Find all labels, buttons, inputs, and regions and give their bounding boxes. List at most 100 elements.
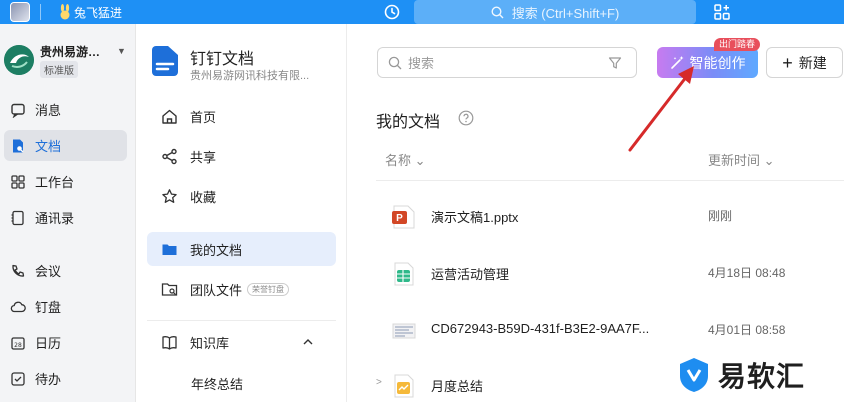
docs-nav-home[interactable]: 首页 <box>147 99 336 133</box>
watermark: 易软汇 <box>676 355 805 395</box>
search-icon <box>388 56 402 69</box>
docs-nav-label: 团队文件 <box>190 282 243 298</box>
file-row[interactable]: CD672943-B59D-431f-B3E2-9AA7F... 4月01日 0… <box>376 305 844 355</box>
chevron-down-icon: ⌄ <box>763 153 775 168</box>
org-name[interactable]: 贵州易游… <box>40 43 102 60</box>
checkbox-icon <box>11 371 25 386</box>
nav-item-meetings[interactable]: 会议 <box>4 255 127 286</box>
file-row[interactable]: P 演示文稿1.pptx 刚刚 <box>376 191 844 241</box>
knowledge-base-item[interactable]: 年终总结 <box>191 374 243 393</box>
nav-label: 钉盘 <box>35 300 62 315</box>
grid-icon <box>11 174 25 189</box>
docs-nav-label: 知识库 <box>190 335 230 351</box>
plan-badge: 标准版 <box>40 61 78 78</box>
file-name[interactable]: 运营活动管理 <box>431 264 509 283</box>
chevron-up-icon[interactable] <box>302 336 314 348</box>
file-name[interactable]: 月度总结 <box>431 376 483 395</box>
search-icon <box>491 5 504 18</box>
caret-down-icon[interactable]: ▼ <box>117 46 126 56</box>
nav-label: 待办 <box>35 372 62 387</box>
file-name[interactable]: 演示文稿1.pptx <box>431 207 518 226</box>
chevron-right-icon[interactable]: > <box>376 377 382 388</box>
promo-badge: 出门踏春 <box>714 38 761 51</box>
section-title: 我的文档 <box>376 114 441 131</box>
nav-label: 通讯录 <box>35 211 75 226</box>
divider <box>147 320 336 321</box>
nav-label: 日历 <box>35 336 62 351</box>
svg-text:P: P <box>396 213 403 224</box>
main-content: 搜索 智能创作 出门踏春 + 新建 我的文档 名称 ⌄ 更新时间 ⌄ P 演示文… <box>348 24 844 402</box>
new-button-label: 新建 <box>798 54 827 71</box>
docs-app-title: 钉钉文档 <box>190 51 255 68</box>
document-icon <box>13 139 24 152</box>
nav-label: 文档 <box>35 139 62 154</box>
sheet-file-icon <box>394 262 414 286</box>
nav-item-drive[interactable]: 钉盘 <box>4 291 127 322</box>
file-name[interactable]: CD672943-B59D-431f-B3E2-9AA7F... <box>431 321 649 336</box>
folder-icon <box>162 244 177 255</box>
dingtalk-docs-logo <box>152 46 178 76</box>
nav-item-contacts[interactable]: 通讯录 <box>4 202 127 233</box>
chevron-down-icon: ⌄ <box>414 153 426 168</box>
docs-sidebar: 钉钉文档 贵州易游网讯科技有限... 首页 共享 收藏 我的文档 团队文件 荣誉… <box>136 24 347 402</box>
file-updated-time: 刚刚 <box>708 209 733 223</box>
image-file-icon <box>392 323 416 339</box>
org-logo[interactable] <box>4 45 34 75</box>
help-icon[interactable] <box>458 110 474 126</box>
docs-nav-my-docs[interactable]: 我的文档 <box>147 232 336 266</box>
docs-nav-shared[interactable]: 共享 <box>147 139 336 173</box>
nav-item-todo[interactable]: 待办 <box>4 363 127 394</box>
docs-nav-team-files[interactable]: 团队文件 荣誉钉盘 <box>147 272 336 306</box>
ppt-file-icon: P <box>392 205 415 229</box>
doc-search-placeholder: 搜索 <box>408 56 435 71</box>
watermark-text: 易软汇 <box>718 361 806 392</box>
file-row[interactable]: 运营活动管理 4月18日 08:48 <box>376 248 844 298</box>
summary-file-icon <box>394 374 414 398</box>
watermark-logo-icon <box>680 358 708 392</box>
column-header-updated-label: 更新时间 <box>708 153 761 168</box>
docs-nav-label: 收藏 <box>190 189 217 205</box>
new-button[interactable]: + 新建 <box>766 47 843 78</box>
nav-label: 工作台 <box>35 175 75 190</box>
annotation-arrow <box>628 66 694 152</box>
divider <box>376 180 844 181</box>
divider <box>40 4 41 20</box>
file-updated-time: 4月18日 08:48 <box>708 266 786 280</box>
share-icon <box>162 148 177 164</box>
column-header-updated[interactable]: 更新时间 ⌄ <box>708 150 775 169</box>
nav-item-messages[interactable]: 消息 <box>4 94 127 125</box>
file-updated-time: 4月01日 08:58 <box>708 323 786 337</box>
home-icon <box>162 109 177 124</box>
nav-item-calendar[interactable]: 28 日历 <box>4 327 127 358</box>
user-name[interactable]: 兔飞猛进 <box>74 4 122 21</box>
message-icon <box>11 103 25 118</box>
global-search-input[interactable]: 搜索 (Ctrl+Shift+F) <box>414 0 696 24</box>
star-icon <box>162 188 177 203</box>
history-icon[interactable] <box>383 3 401 21</box>
team-files-tag: 荣誉钉盘 <box>247 282 290 296</box>
svg-text:28: 28 <box>14 342 22 349</box>
contacts-icon <box>11 210 24 225</box>
global-search-placeholder: 搜索 (Ctrl+Shift+F) <box>511 5 620 21</box>
phone-icon <box>12 264 25 277</box>
plus-icon: + <box>782 52 793 73</box>
team-folder-icon <box>161 282 178 296</box>
docs-org-subtitle: 贵州易游网讯科技有限... <box>190 70 310 82</box>
docs-nav-favorites[interactable]: 收藏 <box>147 179 336 213</box>
doc-search-input[interactable]: 搜索 <box>377 47 637 78</box>
docs-nav-knowledge-base[interactable]: 知识库 <box>147 325 336 359</box>
bunny-icon <box>60 4 70 20</box>
apps-grid-icon[interactable] <box>713 3 731 21</box>
column-header-name[interactable]: 名称 ⌄ <box>385 150 426 169</box>
nav-item-docs[interactable]: 文档 <box>4 130 127 161</box>
title-bar: 兔飞猛进 搜索 (Ctrl+Shift+F) <box>0 0 844 24</box>
docs-nav-label: 首页 <box>190 109 217 125</box>
nav-label: 消息 <box>35 103 62 118</box>
user-avatar[interactable] <box>10 2 30 22</box>
book-icon <box>162 335 177 350</box>
docs-nav-label: 我的文档 <box>190 242 243 258</box>
left-navigation: 贵州易游… ▼ 标准版 消息 文档 工作台 通讯录 会议 钉盘 28 日历 待办 <box>0 24 136 402</box>
docs-nav-label: 共享 <box>190 149 217 165</box>
nav-item-workbench[interactable]: 工作台 <box>4 166 127 197</box>
column-header-name-label: 名称 <box>385 153 412 168</box>
